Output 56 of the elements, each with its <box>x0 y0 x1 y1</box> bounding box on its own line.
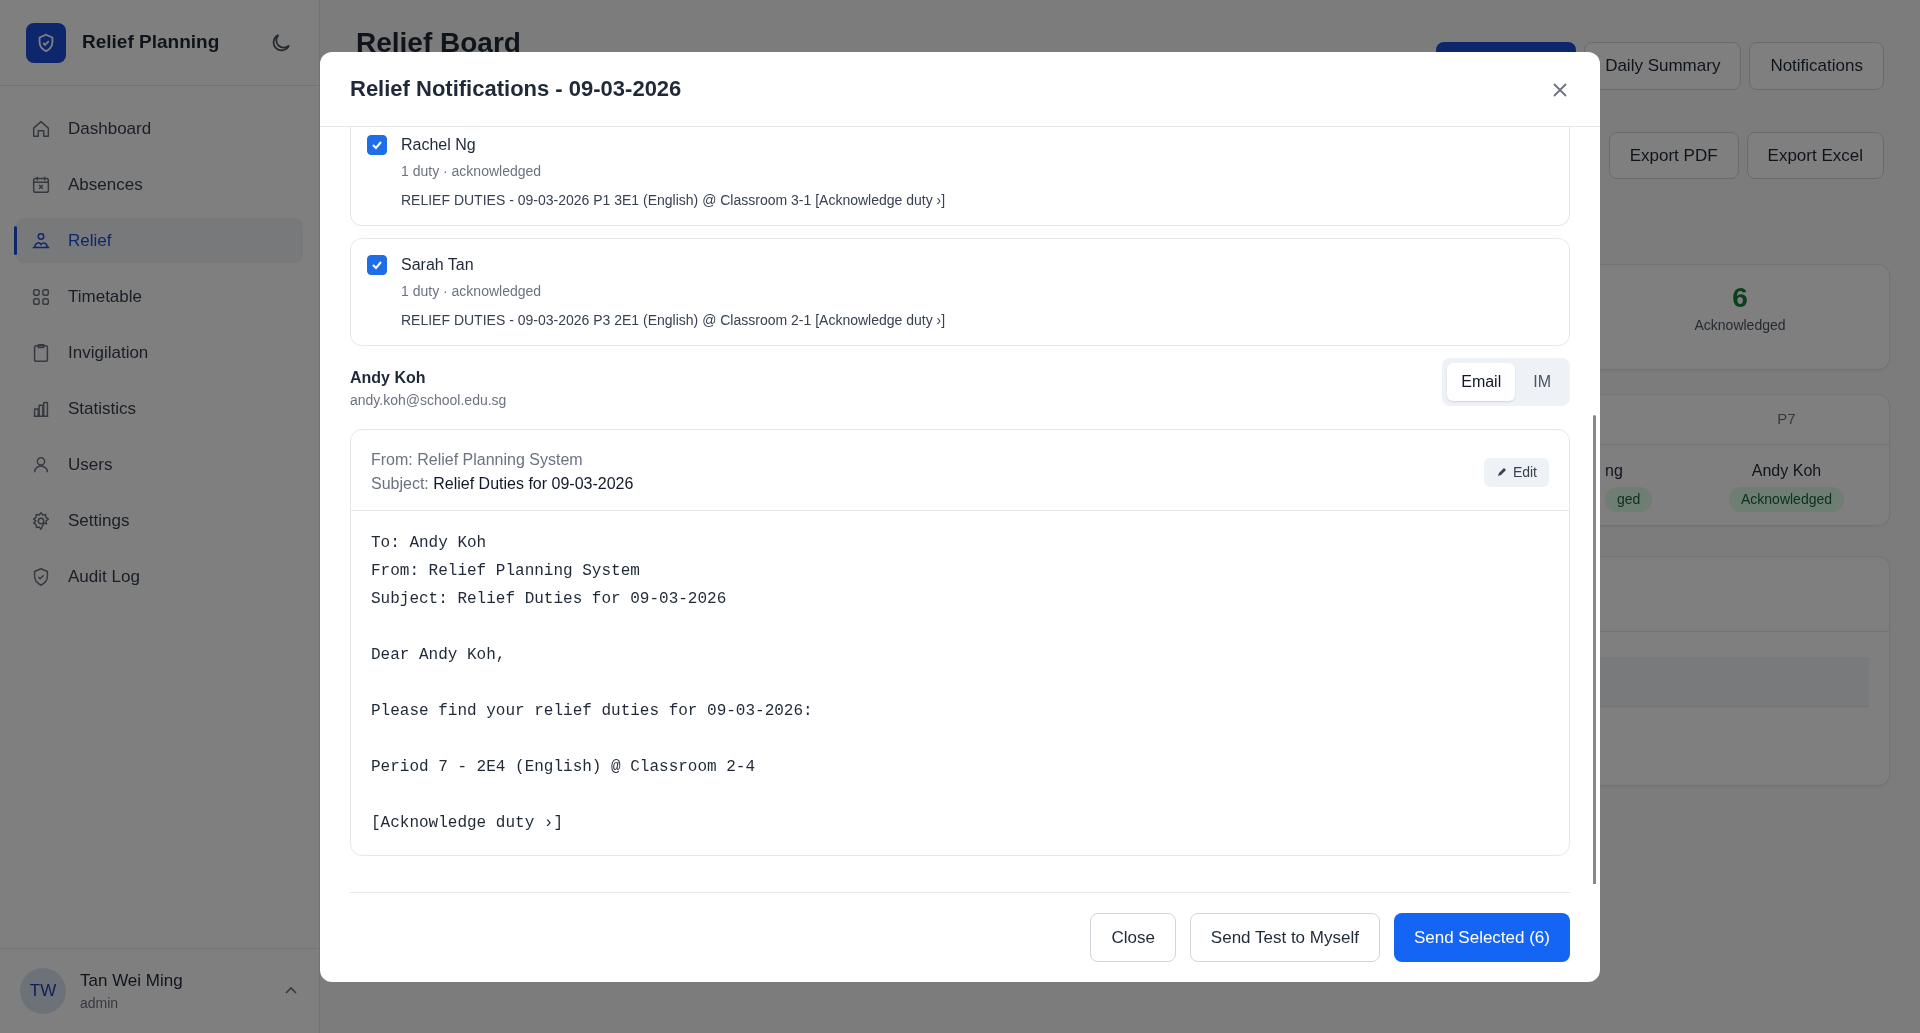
nav-item[interactable]: Dashboard <box>16 106 303 151</box>
checkbox[interactable] <box>367 135 387 155</box>
checkbox[interactable] <box>367 255 387 275</box>
nav-item[interactable]: Audit Log <box>16 554 303 599</box>
email-paragraph: Dear Andy Koh, <box>371 645 507 666</box>
email-paragraph: To: Andy Koh From: Relief Planning System Subject: Relief Duties for 09-03-2026 <box>371 533 728 610</box>
email-from: From: Relief Planning System <box>371 450 584 470</box>
email-paragraph: [Acknowledge duty ›] <box>371 813 565 834</box>
status-pill: ged <box>1605 486 1653 512</box>
stat-label: Acknowledged <box>1693 315 1787 335</box>
message-text: RELIEF DUTIES - 09-03-2026 P1 3E1 (English) @ Classroom 3-1 [Acknowledge duty ›] <box>401 191 946 210</box>
email-paragraph: Period 7 - 2E4 (English) @ Classroom 2-4 <box>371 757 757 778</box>
recipient-name: Rachel Ng <box>401 135 477 155</box>
duty-summary: 1 duty · acknowledged <box>401 162 543 181</box>
nav-item[interactable]: Absences <box>16 162 303 207</box>
checkmark-icon <box>371 259 383 271</box>
toolbar-button[interactable]: Daily Summary <box>1584 42 1742 90</box>
email-paragraph: Please find your relief duties for 09-03-2026: <box>371 701 814 722</box>
pencil-icon <box>1495 466 1508 478</box>
export-button[interactable]: Export PDF <box>1608 131 1739 179</box>
channel-tab[interactable]: IM <box>1519 363 1565 401</box>
teacher-name: Andy Koh <box>1751 460 1822 481</box>
email-subject: Relief Duties for 09-03-2026 <box>433 475 634 492</box>
duty-summary: 1 duty · acknowledged <box>401 282 543 301</box>
column-header: P7 <box>1776 409 1797 430</box>
nav-item[interactable]: Invigilation <box>16 330 303 375</box>
nav-item[interactable]: Timetable <box>16 274 303 319</box>
app-title: Relief Planning <box>82 30 221 55</box>
nav-item[interactable]: Users <box>16 442 303 487</box>
shield-logo-icon <box>26 22 66 63</box>
nav-item[interactable]: Settings <box>16 498 303 543</box>
nav-item[interactable]: Statistics <box>16 386 303 431</box>
user-name: Tan Wei Ming <box>80 969 184 992</box>
recipient-email: andy.koh@school.edu.sg <box>350 391 508 410</box>
nav-item[interactable]: Relief <box>16 218 303 263</box>
subject-label: Subject: <box>371 475 429 492</box>
settings-icon <box>30 509 52 532</box>
export-button[interactable]: Export Excel <box>1746 131 1884 179</box>
channel-tab[interactable]: Email <box>1447 363 1516 401</box>
stat-value: 6 <box>1731 281 1749 315</box>
page-title: Relief Board <box>356 26 522 60</box>
toolbar-button[interactable]: Notifications <box>1749 42 1884 90</box>
checkmark-icon <box>371 139 383 151</box>
user-avatar[interactable]: TW <box>20 968 66 1014</box>
message-text: RELIEF DUTIES - 09-03-2026 P3 2E1 (English) @ Classroom 2-1 [Acknowledge duty ›] <box>401 311 946 330</box>
status-pill: Acknowledged <box>1728 486 1845 512</box>
dialog-button[interactable]: Send Test to Myself <box>1189 912 1380 962</box>
edit-button[interactable]: Edit <box>1483 457 1549 487</box>
recipient-name: Andy Koh <box>350 368 427 388</box>
user-role: admin <box>80 994 120 1014</box>
scrollbar[interactable] <box>1593 415 1596 884</box>
teacher-name: ng <box>1605 460 1623 481</box>
dialog-title: Relief Notifications - 09-03-2026 <box>350 75 683 103</box>
dialog-button[interactable]: Send Selected (6) <box>1393 912 1570 962</box>
recipient-name: Sarah Tan <box>401 255 475 275</box>
dialog-button[interactable]: Close <box>1090 912 1176 962</box>
